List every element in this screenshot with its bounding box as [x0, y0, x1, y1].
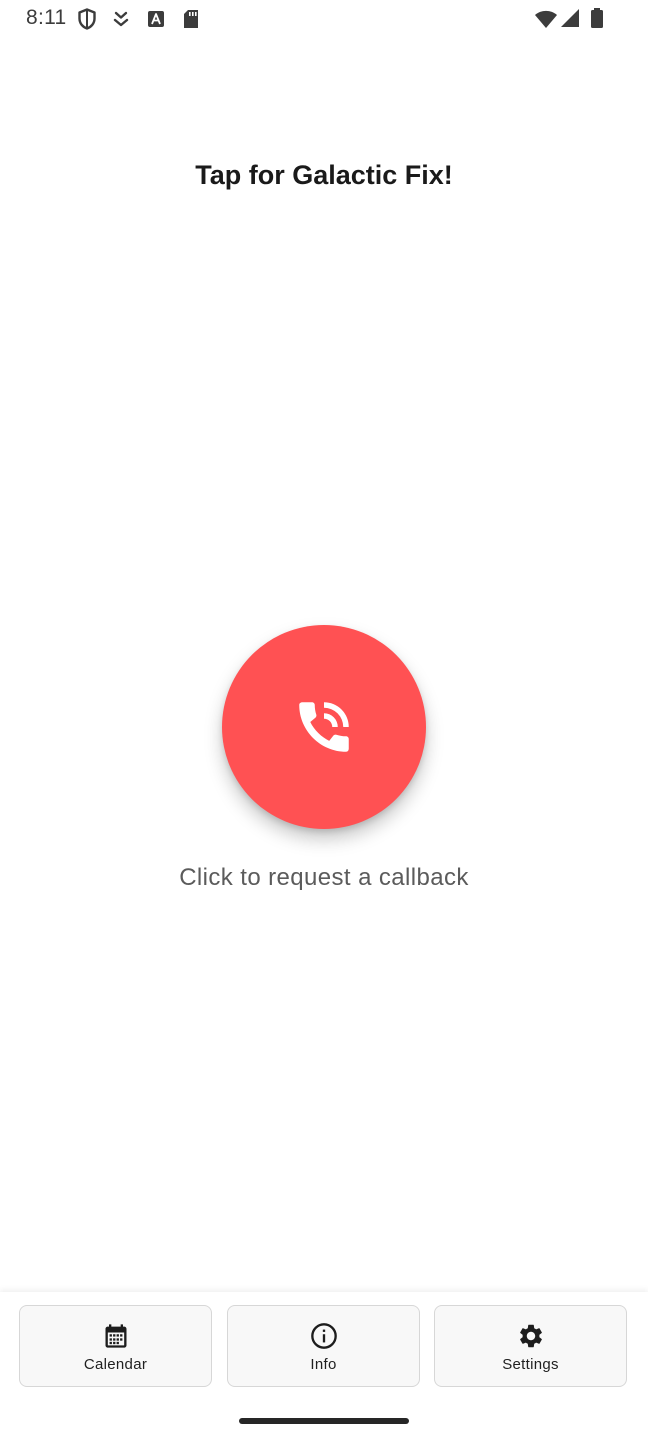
- page-title: Tap for Galactic Fix!: [195, 160, 453, 190]
- battery-icon: [591, 8, 603, 28]
- settings-gear-icon: [519, 1324, 542, 1348]
- nav-settings-button[interactable]: Settings: [434, 1305, 627, 1387]
- status-bar: 8:11: [0, 0, 648, 40]
- nav-calendar-label: Calendar: [83, 1356, 148, 1373]
- keyboard-a-icon: [148, 11, 164, 27]
- bottom-navigation: Calendar Info Settings: [0, 1292, 648, 1440]
- home-indicator[interactable]: [239, 1418, 409, 1424]
- cellular-signal-icon: [561, 9, 579, 27]
- nav-info-button[interactable]: Info: [227, 1305, 420, 1387]
- download-icon: [113, 11, 129, 27]
- callback-hint: Click to request a callback: [179, 864, 469, 891]
- info-icon: [310, 1323, 337, 1349]
- request-callback-button[interactable]: [222, 625, 426, 829]
- shield-icon: [78, 8, 96, 30]
- nav-settings-label: Settings: [502, 1356, 559, 1373]
- phone-callback-icon: [299, 702, 349, 752]
- nav-info-label: Info: [310, 1356, 337, 1373]
- sd-card-icon: [184, 10, 198, 28]
- wifi-icon: [535, 10, 557, 28]
- nav-calendar-button[interactable]: Calendar: [19, 1305, 212, 1387]
- calendar-icon: [105, 1324, 126, 1348]
- status-time: 8:11: [26, 6, 67, 29]
